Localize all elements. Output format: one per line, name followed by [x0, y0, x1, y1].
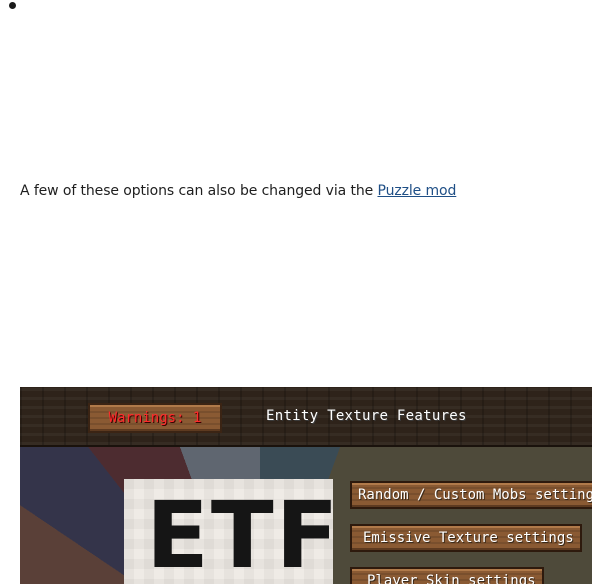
- options-note: A few of these options can also be chang…: [20, 183, 456, 199]
- player-skin-settings-button[interactable]: Player Skin settings: [350, 567, 544, 584]
- config-top-bar: Warnings: 1 Entity Texture Features: [20, 387, 592, 447]
- etf-config-screenshot: Warnings: 1 Entity Texture Features ETF …: [20, 387, 592, 584]
- note-text: A few of these options can also be chang…: [20, 183, 378, 199]
- etf-logo: ETF: [124, 479, 338, 584]
- emissive-texture-settings-button[interactable]: Emissive Texture settings: [350, 524, 582, 552]
- config-screen-title: Entity Texture Features: [266, 408, 467, 424]
- etf-logo-text: ETF: [146, 482, 341, 584]
- warnings-button[interactable]: Warnings: 1: [88, 403, 222, 433]
- list-bullet: [9, 2, 16, 9]
- page: A few of these options can also be chang…: [0, 0, 592, 584]
- puzzle-mod-link[interactable]: Puzzle mod: [377, 183, 456, 199]
- random-custom-mobs-settings-button[interactable]: Random / Custom Mobs settings: [350, 481, 592, 509]
